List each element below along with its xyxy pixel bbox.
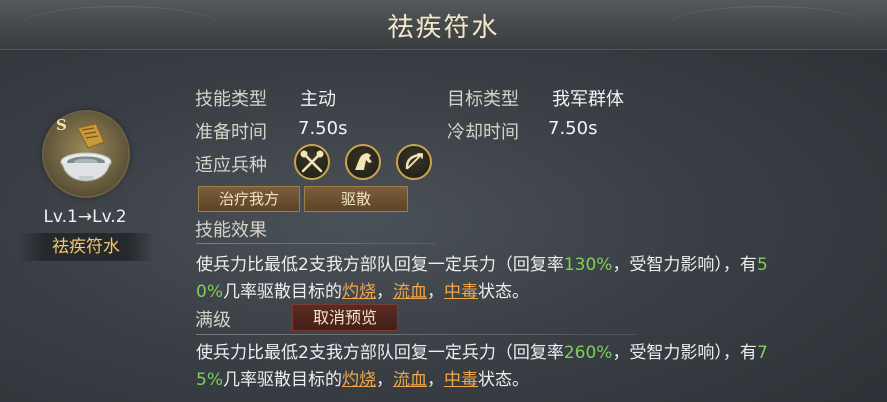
target-type-label: 目标类型	[447, 89, 519, 110]
tag-dispel: 驱散	[304, 186, 408, 212]
prep-time-label: 准备时间	[195, 122, 267, 143]
cancel-preview-button[interactable]: 取消预览	[292, 304, 398, 331]
max-status-bleed: 流血	[392, 370, 427, 390]
skill-grade: S	[56, 116, 67, 134]
horse-icon	[355, 153, 372, 170]
troop-archer[interactable]	[396, 144, 432, 180]
skill-type-value: 主动	[300, 89, 336, 110]
effect-label: 技能效果	[195, 220, 267, 241]
max-effect-description: 使兵力比最低2支我方部队回复一定兵力（回复率260%，受智力影响），有7 5%几…	[196, 343, 768, 390]
title-bar: 祛疾符水	[0, 0, 887, 50]
max-status-poison: 中毒	[443, 370, 478, 390]
effect-divider	[196, 243, 436, 244]
troop-cavalry[interactable]	[345, 144, 381, 180]
effect-description: 使兵力比最低2支我方部队回复一定兵力（回复率130%，受智力影响），有5 0%几…	[196, 255, 768, 302]
cooldown-value: 7.50s	[548, 118, 598, 139]
max-divider	[196, 334, 636, 335]
status-bleed: 流血	[392, 282, 427, 302]
heal-rate: 130%	[563, 255, 613, 275]
troop-infantry[interactable]	[294, 144, 330, 180]
target-type-value: 我军群体	[552, 89, 624, 110]
status-burn: 灼烧	[341, 282, 376, 302]
cooldown-label: 冷却时间	[447, 122, 519, 143]
status-poison: 中毒	[443, 282, 478, 302]
bow-icon	[405, 153, 423, 170]
max-level-label: 满级	[195, 310, 231, 331]
crossed-weapons-icon	[300, 150, 324, 173]
max-status-burn: 灼烧	[341, 370, 376, 390]
max-heal-rate: 260%	[563, 343, 613, 363]
skill-name: 祛疾符水	[18, 233, 154, 261]
troop-type-label: 适应兵种	[195, 155, 267, 176]
prep-time-value: 7.50s	[298, 118, 348, 139]
skill-level: Lv.1→Lv.2	[43, 207, 127, 227]
page-title: 祛疾符水	[387, 13, 500, 43]
skill-type-label: 技能类型	[195, 89, 267, 110]
tag-heal-ally: 治疗我方	[198, 186, 300, 212]
skill-detail-panel: 祛疾符水 S Lv.1→Lv.2 祛疾符水 技能类型 主动 目标类型 我军群体 …	[0, 0, 887, 402]
